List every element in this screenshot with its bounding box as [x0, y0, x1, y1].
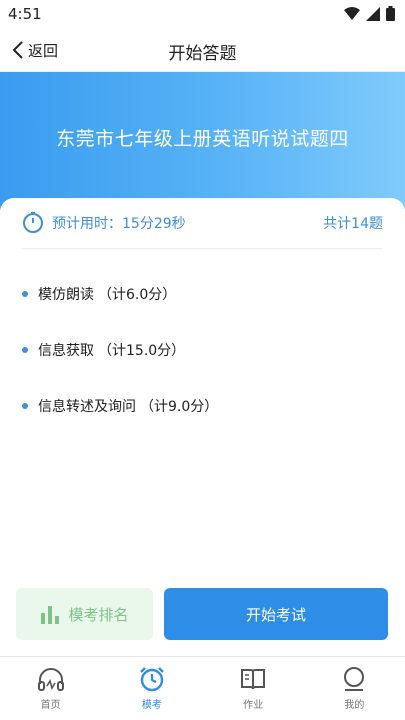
signal-icon: [366, 6, 380, 21]
tab-home[interactable]: 首页: [0, 657, 101, 720]
headphones-icon: [37, 668, 64, 691]
status-time: 4:51: [8, 5, 42, 23]
bullet-icon: [22, 291, 28, 297]
rank-button[interactable]: 模考排名: [16, 588, 153, 640]
exam-title: 东莞市七年级上册英语听说试题四: [56, 128, 349, 150]
tab-bar: 首页 模考 作业 我的: [0, 656, 405, 720]
time-estimate: 预计用时：15分29秒: [22, 212, 186, 234]
section-item: 信息获取 （计15.0分）: [22, 340, 185, 360]
section-name: 信息转述及询问: [38, 399, 136, 415]
summary-row: 预计用时：15分29秒 共计14题: [22, 208, 383, 238]
tab-mock-exam[interactable]: 模考: [101, 657, 202, 720]
start-label: 开始考试: [245, 605, 306, 624]
tab-profile-label: 我的: [344, 700, 365, 711]
user-icon: [344, 667, 365, 691]
tab-mock-exam-label: 模考: [141, 700, 162, 711]
timer-icon: [23, 212, 43, 233]
section-item: 模仿朗读 （计6.0分）: [22, 284, 176, 304]
tab-homework-label: 作业: [243, 700, 264, 711]
wifi-icon: [344, 6, 360, 20]
section-name: 信息获取: [38, 343, 94, 359]
time-estimate-label: 预计用时：15分29秒: [52, 216, 186, 232]
section-item: 信息转述及询问 （计9.0分）: [22, 396, 218, 416]
section-name: 模仿朗读: [38, 287, 94, 303]
tab-profile[interactable]: 我的: [304, 657, 405, 720]
section-score: （计15.0分）: [98, 343, 186, 359]
tab-homework[interactable]: 作业: [203, 657, 304, 720]
action-area: 模考排名 开始考试: [0, 582, 405, 656]
book-icon: [241, 669, 266, 690]
status-bar: 4:51: [0, 0, 405, 28]
rank-label: 模考排名: [68, 605, 129, 624]
section-score: （计9.0分）: [140, 399, 219, 415]
status-icons: [344, 6, 395, 21]
start-exam-button[interactable]: 开始考试: [164, 588, 388, 640]
bullet-icon: [22, 347, 28, 353]
alarm-clock-icon: [140, 667, 164, 692]
battery-icon: [386, 6, 395, 21]
nav-bar: 返回 开始答题: [0, 28, 405, 72]
section-score: （计6.0分）: [98, 287, 177, 303]
bar-chart-icon: [41, 606, 60, 624]
divider: [22, 248, 383, 249]
bullet-icon: [22, 403, 28, 409]
tab-home-label: 首页: [40, 700, 61, 711]
page-title: 开始答题: [168, 44, 237, 64]
question-total: 共计14题: [323, 216, 383, 232]
